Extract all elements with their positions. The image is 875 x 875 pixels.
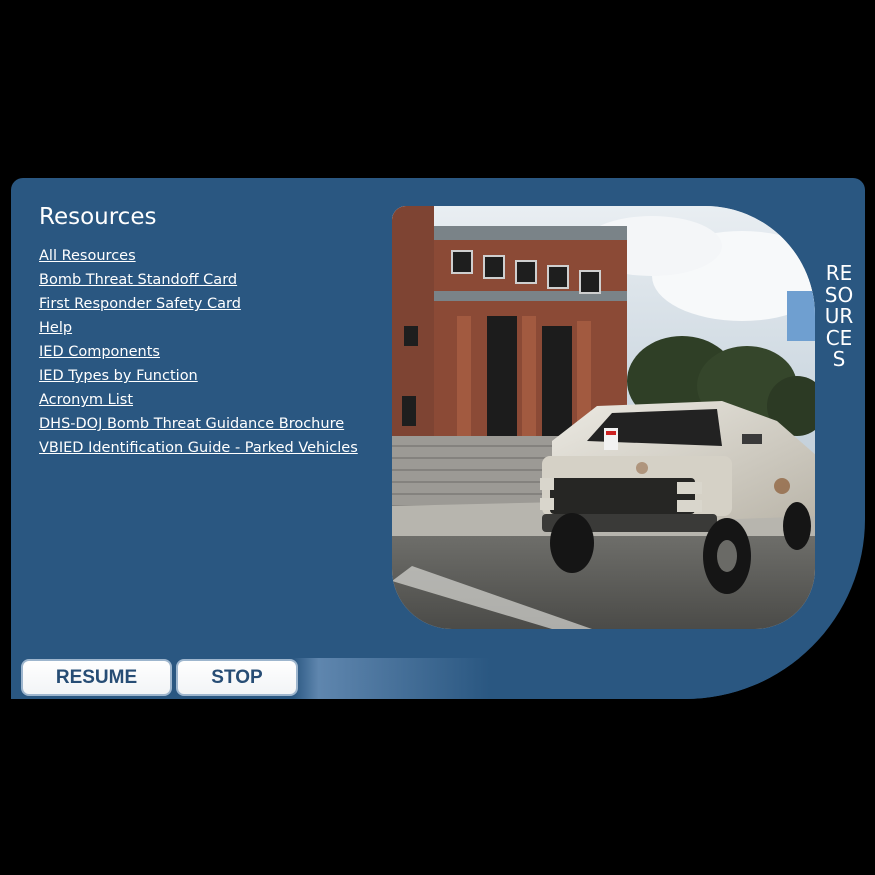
- list-item: Acronym List: [39, 387, 358, 411]
- list-item: Help: [39, 315, 358, 339]
- list-item: VBIED Identification Guide - Parked Vehi…: [39, 435, 358, 459]
- link-all-resources[interactable]: All Resources: [39, 248, 136, 264]
- list-item: DHS-DOJ Bomb Threat Guidance Brochure: [39, 411, 358, 435]
- list-item: First Responder Safety Card: [39, 291, 358, 315]
- link-ied-components[interactable]: IED Components: [39, 344, 160, 360]
- list-item: All Resources: [39, 243, 358, 267]
- panel-title: Resources: [39, 204, 157, 230]
- resources-side-tab[interactable]: RESOURCES: [823, 262, 855, 371]
- link-vbied-guide[interactable]: VBIED Identification Guide - Parked Vehi…: [39, 440, 358, 456]
- link-bomb-threat-standoff-card[interactable]: Bomb Threat Standoff Card: [39, 272, 237, 288]
- scene-image: [392, 206, 815, 629]
- link-acronym-list[interactable]: Acronym List: [39, 392, 133, 408]
- stop-button[interactable]: STOP: [176, 659, 298, 696]
- link-ied-types-by-function[interactable]: IED Types by Function: [39, 368, 198, 384]
- resume-button[interactable]: RESUME: [21, 659, 172, 696]
- link-first-responder-safety-card[interactable]: First Responder Safety Card: [39, 296, 241, 312]
- resource-link-list: All Resources Bomb Threat Standoff Card …: [39, 243, 358, 459]
- list-item: IED Components: [39, 339, 358, 363]
- list-item: IED Types by Function: [39, 363, 358, 387]
- resources-panel: Resources All Resources Bomb Threat Stan…: [11, 178, 865, 699]
- link-dhs-doj-brochure[interactable]: DHS-DOJ Bomb Threat Guidance Brochure: [39, 416, 344, 432]
- link-help[interactable]: Help: [39, 320, 72, 336]
- list-item: Bomb Threat Standoff Card: [39, 267, 358, 291]
